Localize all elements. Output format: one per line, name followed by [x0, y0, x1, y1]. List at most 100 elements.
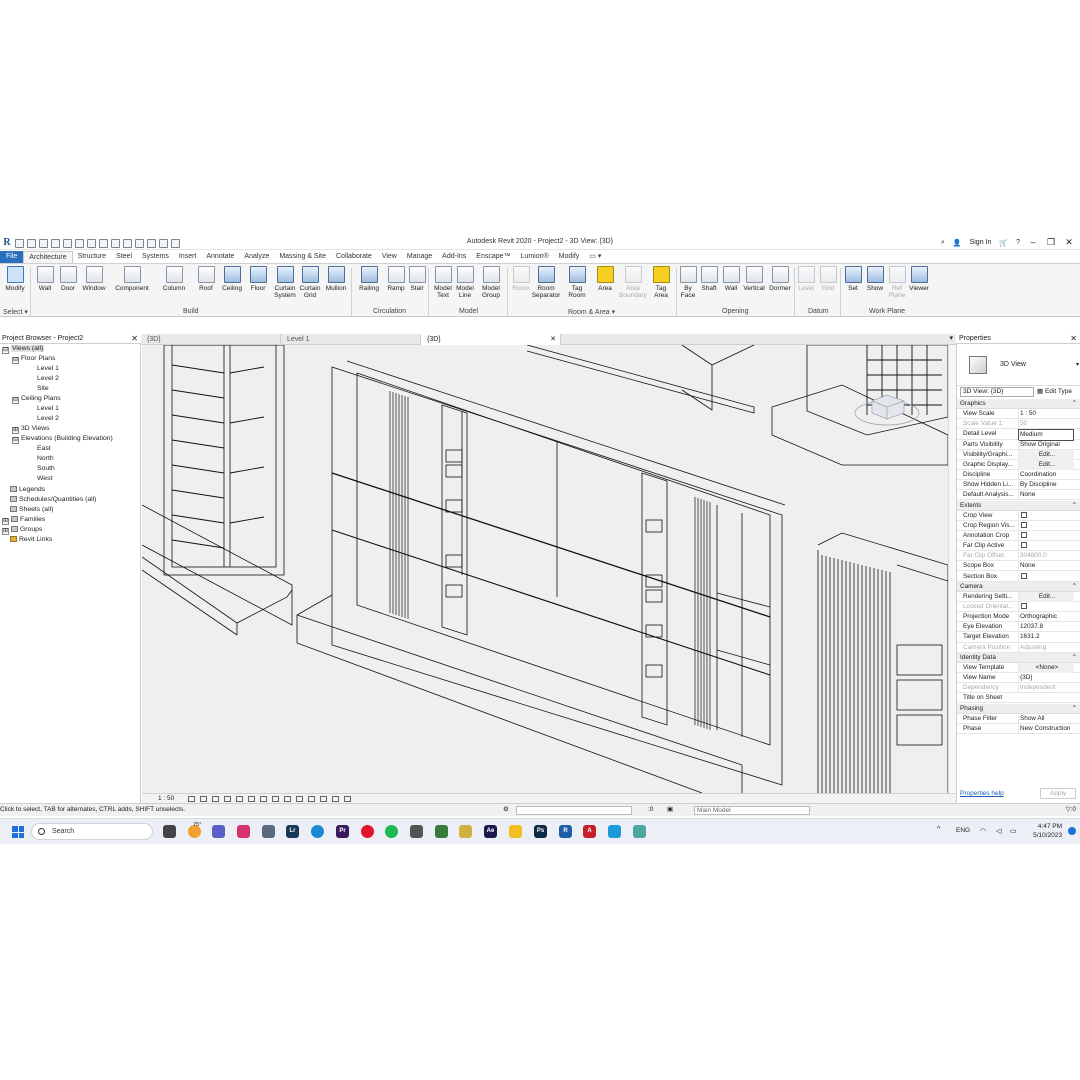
- redo-icon[interactable]: [63, 238, 72, 248]
- window-button[interactable]: Window: [80, 266, 108, 292]
- sign-in-link[interactable]: Sign In: [970, 239, 992, 246]
- tree-node-families[interactable]: ⊞ Families: [2, 515, 45, 525]
- property-group-header[interactable]: Phasing ⌃: [957, 703, 1080, 714]
- tab-add-ins[interactable]: Add-Ins: [437, 251, 471, 263]
- expand-toggle[interactable]: ⊞: [12, 427, 19, 434]
- tree-node-views[interactable]: ⊟ Views (all): [2, 344, 45, 354]
- task-view-icon[interactable]: [163, 825, 176, 838]
- tab-annotate[interactable]: Annotate: [201, 251, 239, 263]
- collapse-toggle[interactable]: ⊟: [2, 347, 9, 354]
- tab-analyze[interactable]: Analyze: [239, 251, 274, 263]
- section-icon[interactable]: [135, 238, 144, 248]
- property-value[interactable]: 1 : 50: [1018, 409, 1074, 420]
- property-checkbox[interactable]: [1018, 510, 1074, 521]
- spotify-icon[interactable]: [385, 825, 398, 838]
- railing-button[interactable]: Railing: [355, 266, 383, 292]
- tree-node-revit-links[interactable]: Revit Links: [10, 535, 52, 545]
- tag-room-button[interactable]: Tag Room: [563, 266, 591, 299]
- photos-icon[interactable]: [262, 825, 275, 838]
- notification-icon[interactable]: [1068, 827, 1076, 835]
- checkbox-icon[interactable]: [1021, 531, 1027, 538]
- open-icon[interactable]: [15, 238, 24, 248]
- viewer-button[interactable]: Viewer: [905, 266, 933, 292]
- view-tab-3d[interactable]: {3D}: [141, 334, 281, 345]
- property-group-header[interactable]: Identity Data ⌃: [957, 652, 1080, 663]
- tree-node-schedules[interactable]: Schedules/Quantities (all): [10, 495, 96, 505]
- property-edit-button[interactable]: Edit...: [1018, 591, 1074, 602]
- properties-help-link[interactable]: Properties help: [960, 790, 1004, 797]
- room-area-panel-label[interactable]: Room & Area ▾: [568, 308, 615, 316]
- curtain-system-button[interactable]: Curtain System: [271, 266, 299, 299]
- print-icon[interactable]: [75, 238, 84, 248]
- shadows-icon[interactable]: [224, 796, 231, 802]
- reveal-constraints-icon[interactable]: [332, 796, 339, 802]
- property-value[interactable]: Show Original: [1018, 439, 1074, 450]
- property-value[interactable]: Orthographic: [1018, 612, 1074, 623]
- column-button[interactable]: Column: [160, 266, 188, 292]
- wifi-icon[interactable]: ◠: [980, 827, 986, 835]
- edge-icon[interactable]: [311, 825, 324, 838]
- thin-lines-icon[interactable]: [147, 238, 156, 248]
- tab-collaborate[interactable]: Collaborate: [331, 251, 377, 263]
- minimize-button[interactable]: –: [1028, 238, 1038, 247]
- type-selector[interactable]: 3D View ▾: [957, 344, 1080, 386]
- tree-node-level-2[interactable]: Level 2: [37, 374, 59, 384]
- file-explorer-icon[interactable]: [509, 825, 522, 838]
- room-separator-button[interactable]: Room Separator: [530, 266, 562, 299]
- expand-toggle[interactable]: ⊞: [2, 528, 9, 535]
- property-value[interactable]: Show All: [1018, 713, 1074, 724]
- property-value[interactable]: {3D}: [1018, 673, 1074, 684]
- photoshop-icon[interactable]: Ps: [534, 825, 547, 838]
- reveal-hidden-icon[interactable]: [296, 796, 303, 802]
- checkbox-icon[interactable]: [1021, 511, 1027, 518]
- detail-level-icon[interactable]: [188, 796, 195, 802]
- door-button[interactable]: Door: [54, 266, 82, 292]
- sync-icon[interactable]: [39, 238, 48, 248]
- tree-node-site[interactable]: Site: [37, 384, 49, 394]
- tree-node-ceiling-plans[interactable]: ⊟ Ceiling Plans: [12, 394, 61, 404]
- view-tab-3d-active[interactable]: {3D} ✕: [421, 334, 561, 345]
- tab-structure[interactable]: Structure: [73, 251, 111, 263]
- close-icon[interactable]: ✕: [131, 334, 138, 344]
- close-icon[interactable]: ✕: [1070, 334, 1077, 344]
- tab-modify[interactable]: Modify: [554, 251, 585, 263]
- view-scale[interactable]: 1 : 50: [158, 794, 174, 803]
- show-crop-icon[interactable]: [260, 796, 267, 802]
- taskbar-search[interactable]: Search: [31, 823, 153, 840]
- curtain-grid-button[interactable]: Curtain Grid: [296, 266, 324, 299]
- property-value[interactable]: None: [1018, 561, 1074, 572]
- volume-icon[interactable]: ◁: [996, 827, 1001, 835]
- view-tab-level-1[interactable]: Level 1: [281, 334, 421, 345]
- tree-node-legends[interactable]: Legends: [10, 485, 45, 495]
- modify-button[interactable]: Modify: [1, 266, 29, 292]
- tab-insert[interactable]: Insert: [174, 251, 202, 263]
- aligned-dimension-icon[interactable]: [99, 238, 108, 248]
- tree-node-north[interactable]: North: [37, 454, 54, 464]
- undo-icon[interactable]: [51, 238, 60, 248]
- property-value[interactable]: 12037.8: [1018, 622, 1074, 633]
- opera-icon[interactable]: [361, 825, 374, 838]
- restore-button[interactable]: ❐: [1046, 238, 1056, 247]
- tree-node-groups[interactable]: ⊞ Groups: [2, 525, 42, 535]
- tree-node-west[interactable]: West: [37, 474, 52, 484]
- roof-button[interactable]: Roof: [192, 266, 220, 292]
- model-group-button[interactable]: Model Group: [477, 266, 505, 299]
- highlight-displacement-icon[interactable]: [320, 796, 327, 802]
- show-hidden-icons-icon[interactable]: ^: [937, 826, 940, 833]
- visual-style-icon[interactable]: [200, 796, 207, 802]
- instagram-icon[interactable]: [237, 825, 250, 838]
- ribbon-minimize-icon[interactable]: ▭ ▾: [584, 251, 606, 263]
- chevron-down-icon[interactable]: ▾: [1076, 361, 1079, 368]
- tag-area-button[interactable]: Tag Area: [647, 266, 675, 299]
- network-app-icon[interactable]: [410, 825, 423, 838]
- tab-systems[interactable]: Systems: [137, 251, 174, 263]
- sun-path-icon[interactable]: [212, 796, 219, 802]
- tab-manage[interactable]: Manage: [402, 251, 437, 263]
- teams-icon[interactable]: [212, 825, 225, 838]
- autocad-icon[interactable]: A: [583, 825, 596, 838]
- stair-button[interactable]: Stair: [403, 266, 431, 292]
- temporary-hide-icon[interactable]: [284, 796, 291, 802]
- lightroom-icon[interactable]: Lr: [286, 825, 299, 838]
- property-value[interactable]: New Construction: [1018, 723, 1074, 734]
- language-indicator[interactable]: ENG: [956, 827, 970, 834]
